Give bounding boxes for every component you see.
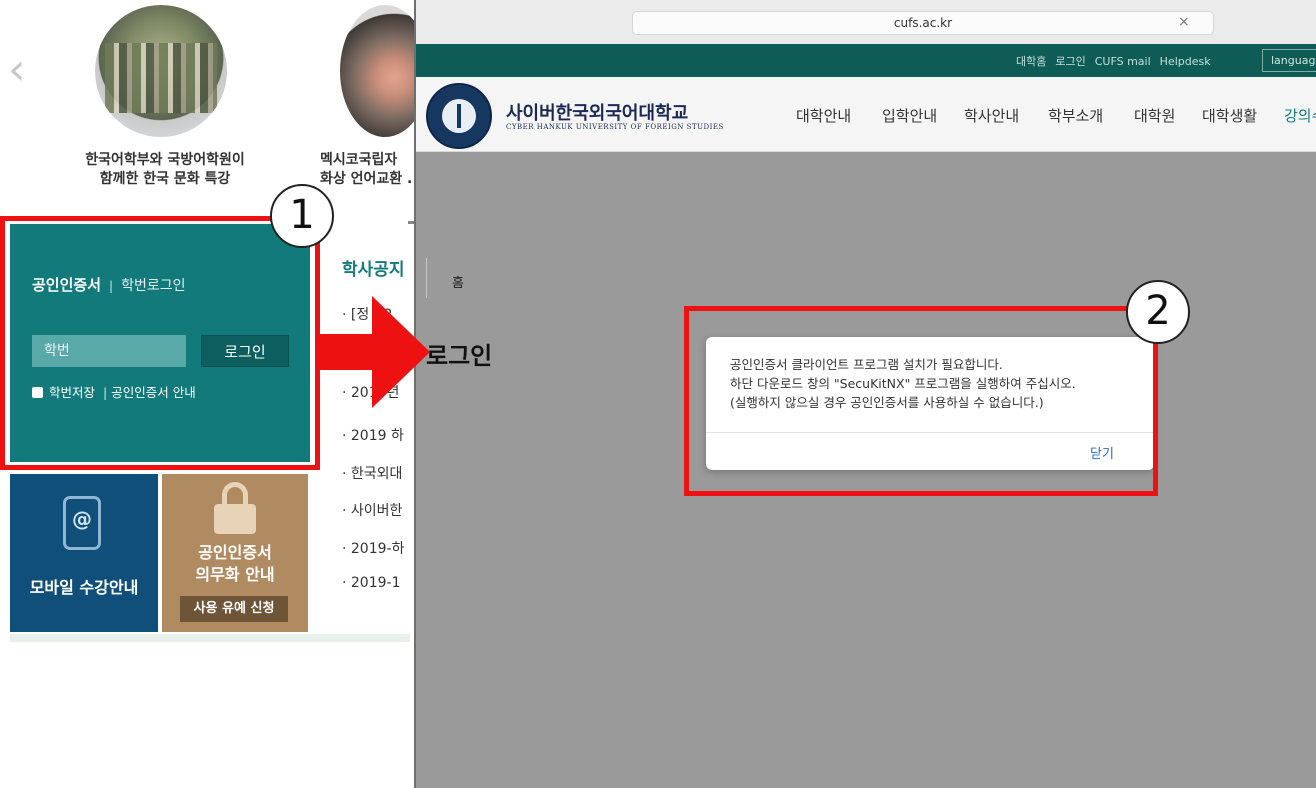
notice-item[interactable]: · 2019 하 [342,425,404,445]
nav-item-campus-life[interactable]: 대학생활 [1202,105,1257,126]
annotation-arrow-icon [320,296,430,408]
deferral-request-button[interactable]: 사용 유예 신청 [180,596,288,622]
annotation-highlight-1 [0,216,320,470]
footer-band [10,634,410,642]
annotation-badge-1: 1 [270,184,334,248]
cert-mandatory-label: 공인인증서 의무화 안내 [162,542,308,586]
cert-mandatory-tile[interactable]: 공인인증서 의무화 안내 사용 유예 신청 [162,474,308,632]
util-link-mail[interactable]: CUFS mail [1095,55,1151,68]
mobile-phone-icon: @ [63,496,101,550]
notice-item[interactable]: · 2019-하 [342,538,404,558]
logo-inner-circle [442,99,476,133]
annotation-highlight-2 [684,306,1158,496]
carousel-caption-1[interactable]: 한국어학부와 국방어학원이 함께한 한국 문화 특강 [60,151,270,189]
breadcrumb-divider [426,258,427,298]
nav-item-about[interactable]: 대학안내 [796,105,851,126]
logo-column [457,104,461,128]
nav-item-graduate[interactable]: 대학원 [1134,105,1175,126]
lock-icon [212,482,258,534]
carousel-caption-2[interactable]: 멕시코국립자 화상 언어교환 . [320,151,420,189]
caption-line: 한국어학부와 국방어학원이 [85,152,245,168]
carousel-prev-icon[interactable]: ‹ [8,48,38,92]
lock-body [214,504,256,534]
caption-line: 멕시코국립자 [320,152,398,168]
site-name[interactable]: 사이버한국외국어대학교 [506,99,688,125]
notice-item[interactable]: · 사이버한 [342,500,402,520]
language-select[interactable]: language [1262,49,1316,72]
nav-item-lectures[interactable]: 강의수 [1284,105,1316,126]
utility-bar: 대학홈 로그인 CUFS mail Helpdesk language [416,44,1316,77]
address-bar[interactable]: cufs.ac.kr [632,11,1214,35]
utility-links: 대학홈 로그인 CUFS mail Helpdesk [1016,53,1220,69]
caption-line: 화상 언어교환 . [320,171,413,187]
annotation-badge-2: 2 [1126,280,1190,344]
browser-titlebar: cufs.ac.kr × [416,0,1316,45]
util-link-login[interactable]: 로그인 [1055,55,1085,68]
photo-crowd [105,43,217,113]
nav-item-departments[interactable]: 학부소개 [1048,105,1103,126]
page-title: 로그인 [426,342,493,370]
cert-label-line: 공인인증서 [198,543,272,562]
site-name-english: CYBER HANKUK UNIVERSITY OF FOREIGN STUDI… [506,123,724,131]
university-logo-icon[interactable] [426,83,492,149]
breadcrumb-home[interactable]: 홈 [452,272,464,291]
main-nav: 사이버한국외국어대학교 CYBER HANKUK UNIVERSITY OF F… [416,77,1316,152]
notice-item[interactable]: · 한국외대 [342,463,402,483]
notice-item[interactable]: · 2019-1 [342,575,401,591]
util-link-helpdesk[interactable]: Helpdesk [1160,55,1211,68]
nav-item-admission[interactable]: 입학안내 [882,105,937,126]
cert-label-line: 의무화 안내 [195,565,275,584]
mobile-guide-label: 모바일 수강안내 [29,578,139,597]
mobile-guide-tile[interactable]: @ 모바일 수강안내 [10,474,158,632]
close-tab-icon[interactable]: × [1178,14,1190,30]
browser-window: cufs.ac.kr × 대학홈 로그인 CUFS mail Helpdesk lan… [414,0,1316,788]
academic-notice-title[interactable]: 학사공지 [342,255,405,280]
util-link-home[interactable]: 대학홈 [1016,55,1046,68]
carousel-thumbnail-1[interactable] [95,5,227,137]
caption-line: 함께한 한국 문화 특강 [99,171,231,187]
nav-item-academics[interactable]: 학사안내 [964,105,1019,126]
